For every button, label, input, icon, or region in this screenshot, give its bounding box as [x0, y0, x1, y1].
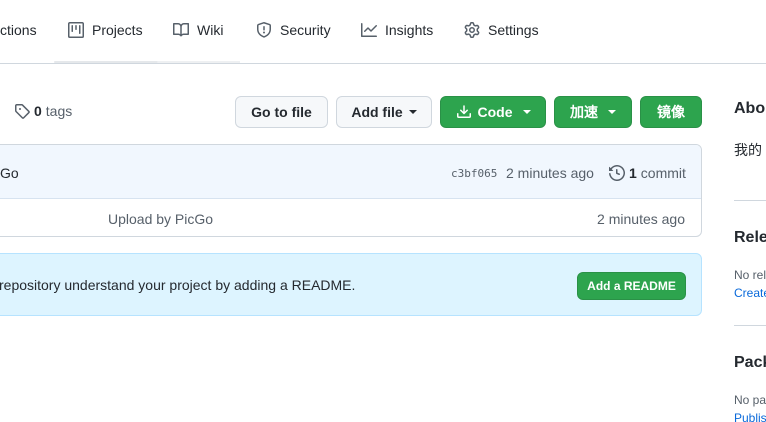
code-label: Code [477, 104, 513, 120]
download-icon [456, 105, 471, 118]
chevron-down-icon [408, 110, 417, 114]
file-commit-message[interactable]: Upload by PicGo [108, 211, 213, 227]
tab-actions[interactable]: ctions [0, 22, 37, 56]
tab-insights[interactable]: Insights [361, 22, 433, 56]
project-icon [68, 22, 84, 38]
go-to-file-button[interactable]: Go to file [235, 96, 328, 128]
sidebar-divider [734, 200, 766, 201]
tab-projects-label: Projects [92, 22, 143, 38]
tags-count: 0 [34, 103, 42, 119]
tab-settings[interactable]: Settings [464, 22, 539, 56]
releases-heading[interactable]: Rele [734, 229, 766, 247]
graph-icon [361, 23, 377, 37]
tab-actions-label: ctions [0, 22, 37, 38]
mirror-button[interactable]: 镜像 [640, 96, 702, 128]
add-file-button[interactable]: Add file [336, 96, 432, 128]
tags-link[interactable]: 0 tags [14, 103, 72, 119]
go-to-file-label: Go to file [251, 104, 312, 120]
chevron-down-icon [522, 110, 531, 114]
sidebar-divider [734, 325, 766, 326]
packages-heading[interactable]: Pack [734, 354, 766, 372]
file-listing: cGo c3bf065 2 minutes ago 1 commit g Upl… [0, 144, 702, 237]
tab-wiki[interactable]: Wiki [173, 22, 223, 56]
about-description: 我的 [734, 142, 762, 158]
chevron-down-icon [608, 110, 616, 114]
commit-author[interactable]: cGo [0, 165, 19, 181]
tag-icon [15, 104, 30, 119]
packages-empty-text: No pa [734, 393, 766, 407]
shield-icon [257, 22, 271, 38]
tab-projects[interactable]: Projects [68, 22, 143, 56]
tab-security-label: Security [280, 22, 331, 38]
tab-settings-label: Settings [488, 22, 539, 38]
create-release-link[interactable]: Create [734, 286, 766, 300]
repo-nav: ctions Projects Wiki Security Insights S… [0, 0, 766, 64]
readme-prompt-text: repository understand your project by ad… [0, 277, 356, 293]
tab-wiki-label: Wiki [197, 22, 224, 38]
releases-empty-text: No rel [734, 268, 766, 282]
latest-commit-bar: cGo c3bf065 2 minutes ago 1 commit [0, 145, 701, 199]
history-icon [609, 165, 625, 181]
mirror-label: 镜像 [657, 104, 685, 120]
tab-security[interactable]: Security [256, 22, 331, 56]
accel-label: 加速 [570, 104, 598, 120]
add-readme-button[interactable]: Add a README [577, 272, 686, 300]
tab-insights-label: Insights [385, 22, 434, 38]
readme-banner: repository understand your project by ad… [0, 253, 702, 316]
about-heading: Abou [734, 100, 766, 117]
add-file-label: Add file [351, 104, 403, 120]
tags-label: tags [45, 103, 73, 119]
commit-history-link[interactable]: 1 commit [609, 165, 686, 181]
file-commit-time: 2 minutes ago [597, 211, 685, 227]
commit-count: 1 [629, 165, 637, 181]
commit-sha[interactable]: c3bf065 [451, 167, 497, 180]
add-readme-label: Add a README [587, 279, 676, 293]
accel-button[interactable]: 加速 [554, 96, 632, 128]
book-icon [173, 22, 189, 37]
commit-time: 2 minutes ago [506, 165, 594, 181]
publish-package-link[interactable]: Publis [734, 411, 766, 422]
nav-hover-underline [54, 61, 158, 63]
gear-icon [464, 22, 480, 38]
code-button[interactable]: Code [440, 96, 546, 128]
file-name[interactable]: g [0, 211, 1, 227]
nav-hover-underline-secondary [158, 61, 240, 63]
commit-count-label: commit [640, 165, 686, 181]
